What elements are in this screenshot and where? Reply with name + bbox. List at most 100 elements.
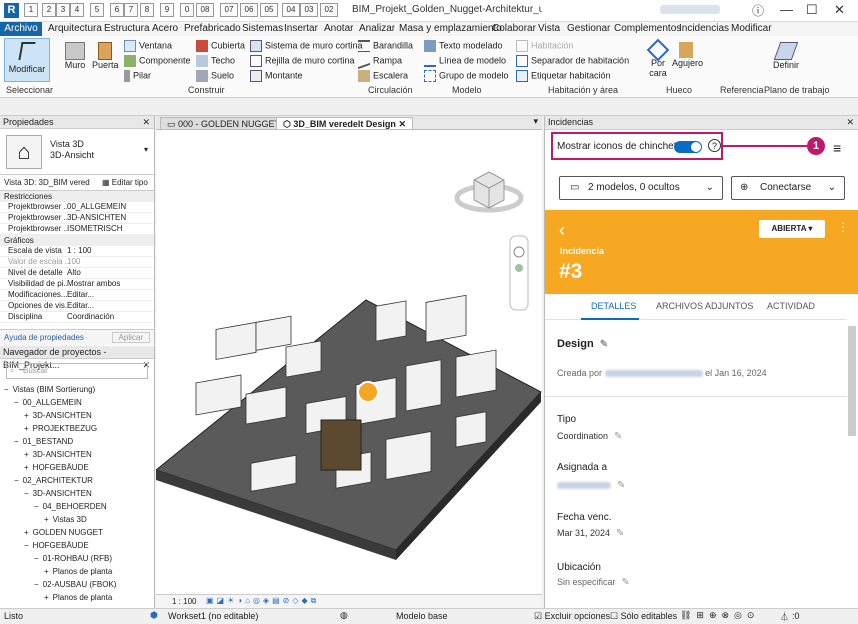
define-button[interactable]: Definir — [770, 42, 802, 70]
properties-help-link[interactable]: Ayuda de propiedades — [4, 333, 84, 342]
zoom-icon[interactable] — [515, 264, 523, 272]
type-selector[interactable]: ⌂ Vista 3D 3D-Ansicht ▾ — [0, 129, 154, 175]
mullion-button[interactable]: Montante — [250, 70, 303, 82]
select-icons[interactable]: ⛓⊞⊕⊗◎⊙ — [680, 610, 759, 621]
tab-colaborar[interactable]: Colaborar — [492, 23, 536, 34]
collapse-icon[interactable]: − — [24, 541, 29, 550]
location-value[interactable]: Sin especificar ✎ — [557, 577, 630, 588]
exclude-options-checkbox[interactable]: ☑ Excluir opciones — [534, 611, 610, 622]
models-button[interactable]: ▭ 2 modelos, 0 ocultos ⌄ — [559, 176, 723, 200]
issue-title[interactable]: Design ✎ — [557, 338, 608, 350]
instance-selector[interactable]: Vista 3D: 3D_BIM vered ▦ Editar tipo — [0, 175, 154, 191]
apply-button[interactable]: Aplicar — [111, 332, 150, 343]
browser-search[interactable]: ⌕ Buscar — [6, 363, 148, 379]
due-date-value[interactable]: Mar 31, 2024 ✎ — [557, 528, 624, 539]
model-group-button[interactable]: Grupo de modelo — [424, 70, 509, 82]
property-value[interactable]: Alto — [67, 268, 154, 278]
room-separator-button[interactable]: Separador de habitación — [516, 55, 629, 67]
view-canvas[interactable] — [156, 116, 542, 608]
tab-insertar[interactable]: Insertar — [284, 23, 318, 34]
section-graphics[interactable]: Gráficos — [0, 235, 154, 246]
quick-access-button[interactable]: 3 — [56, 3, 70, 17]
tag-room-button[interactable]: Etiquetar habitación — [516, 70, 611, 82]
tree-item[interactable]: −01-ROHBAU (RFB) — [4, 552, 154, 565]
tree-item[interactable]: + Planos de planta — [4, 565, 154, 578]
tab-details[interactable]: DETALLES — [591, 301, 636, 311]
property-row[interactable]: Escala de vista 1 : 100 — [0, 246, 154, 257]
model-3d-view[interactable] — [156, 130, 542, 608]
tree-item[interactable]: + Planos de planta — [4, 591, 154, 604]
tree-item[interactable]: −00_ALLGEMEIN — [4, 396, 154, 409]
tree-item[interactable]: + PROJEKTBEZUG — [4, 422, 154, 435]
pin-toggle[interactable] — [674, 141, 702, 153]
pencil-icon[interactable]: ✎ — [616, 528, 624, 539]
component-button[interactable]: Componente — [124, 55, 191, 67]
quick-access-button[interactable]: 04 — [282, 3, 300, 17]
curtain-system-button[interactable]: Sistema de muro cortina — [250, 40, 363, 52]
collapse-icon[interactable]: − — [24, 489, 29, 498]
expand-icon[interactable]: + — [44, 515, 49, 524]
quick-access-button[interactable]: 5 — [90, 3, 104, 17]
close-icon[interactable]: ✕ — [398, 119, 406, 129]
quick-access-button[interactable]: 4 — [70, 3, 84, 17]
collapse-icon[interactable]: − — [34, 580, 39, 589]
more-options-icon[interactable]: ⋮ — [837, 220, 849, 234]
filter-icon[interactable]: ⏃ — [780, 610, 789, 623]
quick-access-button[interactable]: 05 — [260, 3, 278, 17]
minimize-button[interactable]: — — [780, 2, 793, 17]
wall-button[interactable]: Muro — [62, 42, 88, 70]
connect-button[interactable]: ⊕ Conectarse ⌄ — [731, 176, 845, 200]
roof-button[interactable]: Cubierta — [196, 40, 245, 52]
modify-button[interactable]: Modificar — [4, 38, 50, 82]
tab-golden-nugget[interactable]: ▭ 000 - GOLDEN NUGGET — [160, 117, 288, 130]
help-icon[interactable]: ⓘ — [752, 2, 764, 19]
quick-access-button[interactable]: 2 — [42, 3, 56, 17]
quick-access-button[interactable]: 1 — [24, 3, 38, 17]
tab-arquitectura[interactable]: Arquitectura — [48, 23, 102, 34]
group-select[interactable]: Seleccionar — [6, 85, 53, 95]
railing-button[interactable]: Barandilla — [358, 40, 413, 52]
quick-access-button[interactable]: 0 — [180, 3, 194, 17]
tree-item[interactable]: −04_BEHOERDEN — [4, 500, 154, 513]
scrollbar[interactable] — [848, 326, 856, 436]
tree-item[interactable]: + HOFGEBÄUDE — [4, 461, 154, 474]
pencil-icon[interactable]: ✎ — [614, 431, 622, 442]
property-row[interactable]: Valor de escala ... 100 — [0, 257, 154, 268]
collapse-icon[interactable]: − — [34, 554, 39, 563]
tab-analizar[interactable]: Analizar — [359, 23, 395, 34]
collapse-icon[interactable]: − — [4, 385, 9, 394]
quick-access-button[interactable]: 02 — [320, 3, 338, 17]
hamburger-menu-icon[interactable]: ≡ — [833, 140, 841, 156]
close-button[interactable]: ✕ — [834, 2, 845, 18]
edit-type-button[interactable]: ▦ Editar tipo — [102, 175, 148, 191]
tab-vista[interactable]: Vista — [538, 23, 560, 34]
window-button[interactable]: Ventana — [124, 40, 172, 52]
tab-incidencias[interactable]: Incidencias — [679, 23, 729, 34]
property-row[interactable]: Opciones de vis... Editar... — [0, 301, 154, 312]
property-row[interactable]: Disciplina Coordinación — [0, 312, 154, 323]
tree-item[interactable]: −02_ARCHITEKTUR — [4, 474, 154, 487]
ramp-button[interactable]: Rampa — [358, 52, 402, 70]
pencil-icon[interactable]: ✎ — [622, 577, 630, 588]
expand-icon[interactable]: + — [24, 424, 29, 433]
tree-item[interactable]: + Vistas 3D — [4, 513, 154, 526]
tab-estructura[interactable]: Estructura — [104, 23, 150, 34]
shaft-button[interactable]: Agujero — [672, 42, 703, 68]
close-icon[interactable]: ✕ — [142, 116, 150, 129]
property-value[interactable]: Mostrar ambos — [67, 279, 154, 289]
expand-icon[interactable]: + — [44, 567, 49, 576]
expand-icon[interactable]: + — [24, 528, 29, 537]
property-row[interactable]: Projektbrowser ... 00_ALLGEMEIN — [0, 202, 154, 213]
property-value[interactable]: Editar... — [67, 301, 154, 311]
property-value[interactable]: 100 — [67, 257, 154, 267]
back-arrow-icon[interactable]: ‹ — [559, 220, 565, 241]
quick-access-button[interactable]: 03 — [300, 3, 318, 17]
quick-access-button[interactable]: 07 — [220, 3, 238, 17]
property-row[interactable]: Nivel de detalle Alto — [0, 268, 154, 279]
column-button[interactable]: Pilar — [124, 70, 151, 82]
by-face-button[interactable]: Por cara — [646, 38, 670, 78]
group-room-area[interactable]: Habitación y área — [548, 85, 618, 95]
quick-access-button[interactable]: 6 — [110, 3, 124, 17]
view-control-icons[interactable]: ▣◪☀◑⌂◎◈▤⊘◇◆⧉ — [206, 596, 319, 606]
property-value[interactable]: 1 : 100 — [67, 246, 154, 256]
